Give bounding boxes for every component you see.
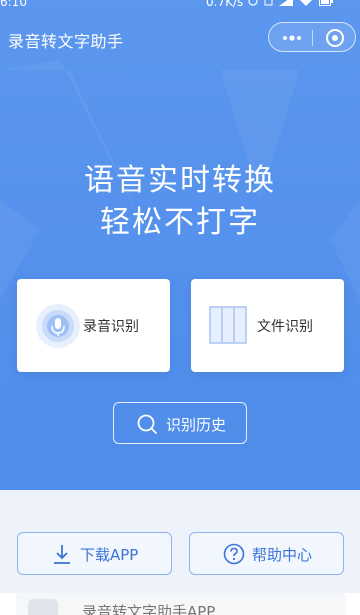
history-button-label: 识别历史 [166,416,227,434]
help-center-label: 帮助中心 [252,546,313,564]
document-icon [209,306,247,346]
recognition-history-button[interactable]: 识别历史 [113,402,247,444]
status-bar: 6:10 0.7K/s [0,0,360,11]
record-recognition-label: 录音识别 [83,319,139,335]
hero-section: 6:10 0.7K/s 录音转文字助手 语音实时转换 轻松不打字 录音识别 文件… [0,0,360,490]
download-app-label: 下载APP [80,546,139,564]
download-app-button[interactable]: 下载APP [17,532,172,575]
status-icons [248,0,333,9]
headline-line2: 轻松不打字 [100,205,260,240]
search-icon [136,413,158,435]
page-title: 录音转文字助手 [8,32,124,51]
file-recognition-card[interactable]: 文件识别 [191,279,344,372]
wifi-icon [299,0,313,9]
status-time: 6:10 [0,0,27,9]
headline-line1: 语音实时转换 [84,163,276,198]
app-logo-icon [28,599,58,615]
target-icon[interactable] [325,28,345,48]
alarm-icon [248,0,258,9]
download-icon [51,543,73,565]
file-recognition-label: 文件识别 [257,319,313,335]
more-icon[interactable] [281,30,303,46]
capsule-divider [312,30,313,46]
sim-icon [264,0,273,9]
help-center-button[interactable]: 帮助中心 [189,532,344,575]
microphone-icon [35,303,81,349]
promo-banner[interactable]: 录音转文字助手APP [0,593,360,615]
promo-banner-text: 录音转文字助手APP [82,603,216,615]
status-speed: 0.7K/s [206,0,244,9]
question-icon [223,543,245,565]
record-recognition-card[interactable]: 录音识别 [17,279,170,372]
signal-icon [279,0,293,9]
battery-icon [319,0,333,9]
mini-program-capsule [268,22,356,52]
